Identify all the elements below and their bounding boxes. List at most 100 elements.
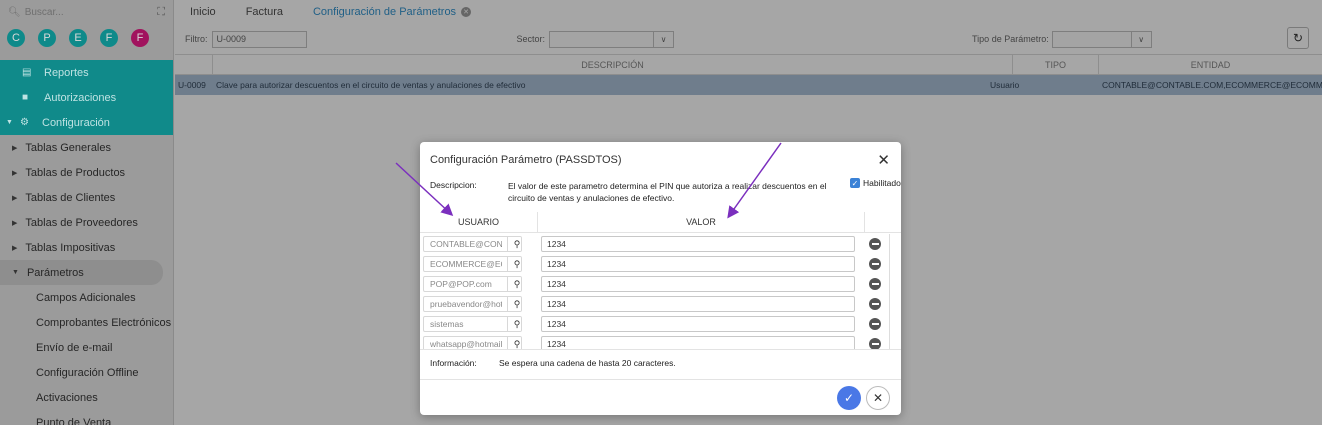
table-row: pruebavendor@hot ⚲ 1234 [420, 294, 901, 314]
usuario-field[interactable]: ECOMMERCE@EC ⚲ [423, 256, 522, 272]
valor-input[interactable]: 1234 [541, 316, 855, 332]
sector-label: Sector: [516, 34, 546, 44]
sector-select[interactable]: ∨ [549, 30, 675, 48]
col-actions [865, 212, 901, 232]
search-icon[interactable]: ⚲ [507, 237, 521, 251]
valor-input[interactable]: 1234 [541, 336, 855, 349]
col-usuario: USUARIO [420, 212, 538, 232]
grid-header-descripcion[interactable]: DESCRIPCIÓN [213, 55, 1013, 74]
dialog-title: Configuración Parámetro (PASSDTOS) [430, 154, 622, 166]
sidebar-subitem-envio-email[interactable]: Envío de e-mail [0, 335, 173, 360]
sidebar-subitem-punto-venta[interactable]: Punto de Venta [0, 410, 173, 425]
valor-input[interactable]: 1234 [541, 296, 855, 312]
grid-header-entidad[interactable]: ENTIDAD [1099, 55, 1322, 74]
remove-row-icon[interactable] [869, 338, 881, 349]
refresh-button[interactable]: ↻ [1287, 27, 1309, 49]
chevron-right-icon: ▶ [12, 219, 18, 227]
search-input[interactable]: Buscar... [25, 7, 64, 18]
sidebar-subitem-activaciones[interactable]: Activaciones [0, 385, 173, 410]
remove-row-icon[interactable] [869, 238, 881, 250]
valor-input[interactable]: 1234 [541, 256, 855, 272]
sidebar-item-configuracion[interactable]: ▼ ⚙ Configuración [0, 110, 173, 135]
sidebar-item-parametros[interactable]: ▼ Parámetros [0, 260, 163, 285]
usuario-field[interactable]: POP@POP.com ⚲ [423, 276, 522, 292]
sidebar-subitem-campos-adicionales[interactable]: Campos Adicionales [0, 285, 173, 310]
sidebar-item-label: Configuración [42, 116, 110, 129]
sidebar-item-tablas-impositivas[interactable]: ▶ Tablas Impositivas [0, 235, 173, 260]
row-code: U-0009 [178, 80, 206, 90]
sidebar-subitem-comprobantes[interactable]: Comprobantes Electrónicos [0, 310, 173, 335]
close-tab-icon[interactable]: ✕ [461, 7, 472, 17]
chevron-right-icon: ▶ [12, 194, 18, 202]
row-tipo: Usuario [990, 80, 1020, 90]
chevron-down-icon: ∨ [653, 31, 673, 47]
close-icon: ✕ [872, 391, 884, 405]
usuario-field[interactable]: CONTABLE@CONT ⚲ [423, 236, 522, 252]
sidebar-item-label: Parámetros [26, 266, 84, 279]
close-icon[interactable]: ✕ [877, 151, 890, 169]
quick-circle-f2[interactable]: F [131, 29, 149, 47]
remove-row-icon[interactable] [869, 318, 881, 330]
sidebar-search[interactable]: 🔍︎ Buscar... ⛶ [0, 0, 173, 24]
sidebar-item-label: Tablas Impositivas [25, 241, 116, 254]
remove-row-icon[interactable] [869, 258, 881, 270]
tab-configuracion-parametros[interactable]: Configuración de Parámetros ✕ [298, 0, 486, 24]
usuario-field[interactable]: whatsapp@hotmail. ⚲ [423, 336, 522, 349]
sidebar-item-autorizaciones[interactable]: ■ Autorizaciones [0, 85, 173, 110]
sidebar-subitem-config-offline[interactable]: Configuración Offline [0, 360, 173, 385]
sidebar-item-tablas-productos[interactable]: ▶ Tablas de Productos [0, 160, 173, 185]
search-icon[interactable]: ⚲ [507, 297, 521, 311]
info-label: Información: [430, 358, 477, 368]
valor-input[interactable]: 1234 [541, 236, 855, 252]
table-row[interactable]: U-0009 Clave para autorizar descuentos e… [175, 75, 1322, 95]
sidebar-item-label: Tablas de Proveedores [25, 216, 138, 229]
filtro-input[interactable]: U-0009 [211, 30, 307, 48]
gears-icon: ⚙ [20, 117, 29, 128]
usuario-field[interactable]: pruebavendor@hot ⚲ [423, 296, 522, 312]
search-icon[interactable]: ⚲ [507, 337, 521, 349]
description-label: Descripcion: [430, 180, 477, 190]
sidebar-item-label: Tablas Generales [25, 141, 111, 154]
habilitado-label: Habilitado [863, 178, 901, 188]
quick-circle-e[interactable]: E [69, 29, 87, 47]
sidebar-item-label: Autorizaciones [44, 91, 117, 104]
grid-header-code [175, 55, 213, 74]
expand-icon[interactable]: ⛶ [157, 6, 165, 19]
sidebar-item-tablas-generales[interactable]: ▶ Tablas Generales [0, 135, 173, 160]
sidebar-item-reportes[interactable]: ▤ Reportes [0, 60, 173, 85]
usuario-value: whatsapp@hotmail. [430, 339, 502, 349]
tab-factura[interactable]: Factura [231, 0, 298, 24]
search-icon: 🔍︎ [8, 6, 21, 18]
sidebar-item-tablas-proveedores[interactable]: ▶ Tablas de Proveedores [0, 210, 173, 235]
quick-circle-p[interactable]: P [38, 29, 56, 47]
search-icon[interactable]: ⚲ [507, 317, 521, 331]
habilitado-checkbox[interactable]: ✓ Habilitado [850, 178, 901, 188]
tab-inicio[interactable]: Inicio [175, 0, 231, 24]
confirm-button[interactable]: ✓ [837, 386, 861, 410]
quick-circle-f[interactable]: F [100, 29, 118, 47]
check-icon: ✓ [850, 178, 860, 188]
users-table-header: USUARIO VALOR [420, 212, 901, 233]
chevron-right-icon: ▶ [12, 244, 18, 252]
remove-row-icon[interactable] [869, 298, 881, 310]
grid-header-tipo[interactable]: TIPO [1013, 55, 1099, 74]
row-entidad: CONTABLE@CONTABLE.COM,ECOMMERCE@ECOMMER [1102, 80, 1322, 90]
usuario-value: POP@POP.com [430, 279, 492, 289]
chevron-right-icon: ▶ [12, 144, 18, 152]
tipo-parametro-select[interactable]: ∨ [1051, 30, 1152, 48]
search-icon[interactable]: ⚲ [507, 277, 521, 291]
report-icon: ▤ [22, 67, 32, 78]
filtro-value: U-0009 [216, 33, 247, 44]
quick-circle-c[interactable]: C [7, 29, 25, 47]
remove-row-icon[interactable] [869, 278, 881, 290]
valor-input[interactable]: 1234 [541, 276, 855, 292]
usuario-field[interactable]: sistemas ⚲ [423, 316, 522, 332]
sidebar-item-tablas-clientes[interactable]: ▶ Tablas de Clientes [0, 185, 173, 210]
search-icon[interactable]: ⚲ [507, 257, 521, 271]
teal-menu: ▤ Reportes ■ Autorizaciones ▼ ⚙ Configur… [0, 60, 173, 135]
row-description: Clave para autorizar descuentos en el ci… [216, 80, 526, 90]
chevron-down-icon: ▼ [12, 269, 19, 276]
cancel-button[interactable]: ✕ [866, 386, 890, 410]
table-row: whatsapp@hotmail. ⚲ 1234 [420, 334, 901, 349]
table-scrollbar[interactable] [889, 234, 890, 349]
